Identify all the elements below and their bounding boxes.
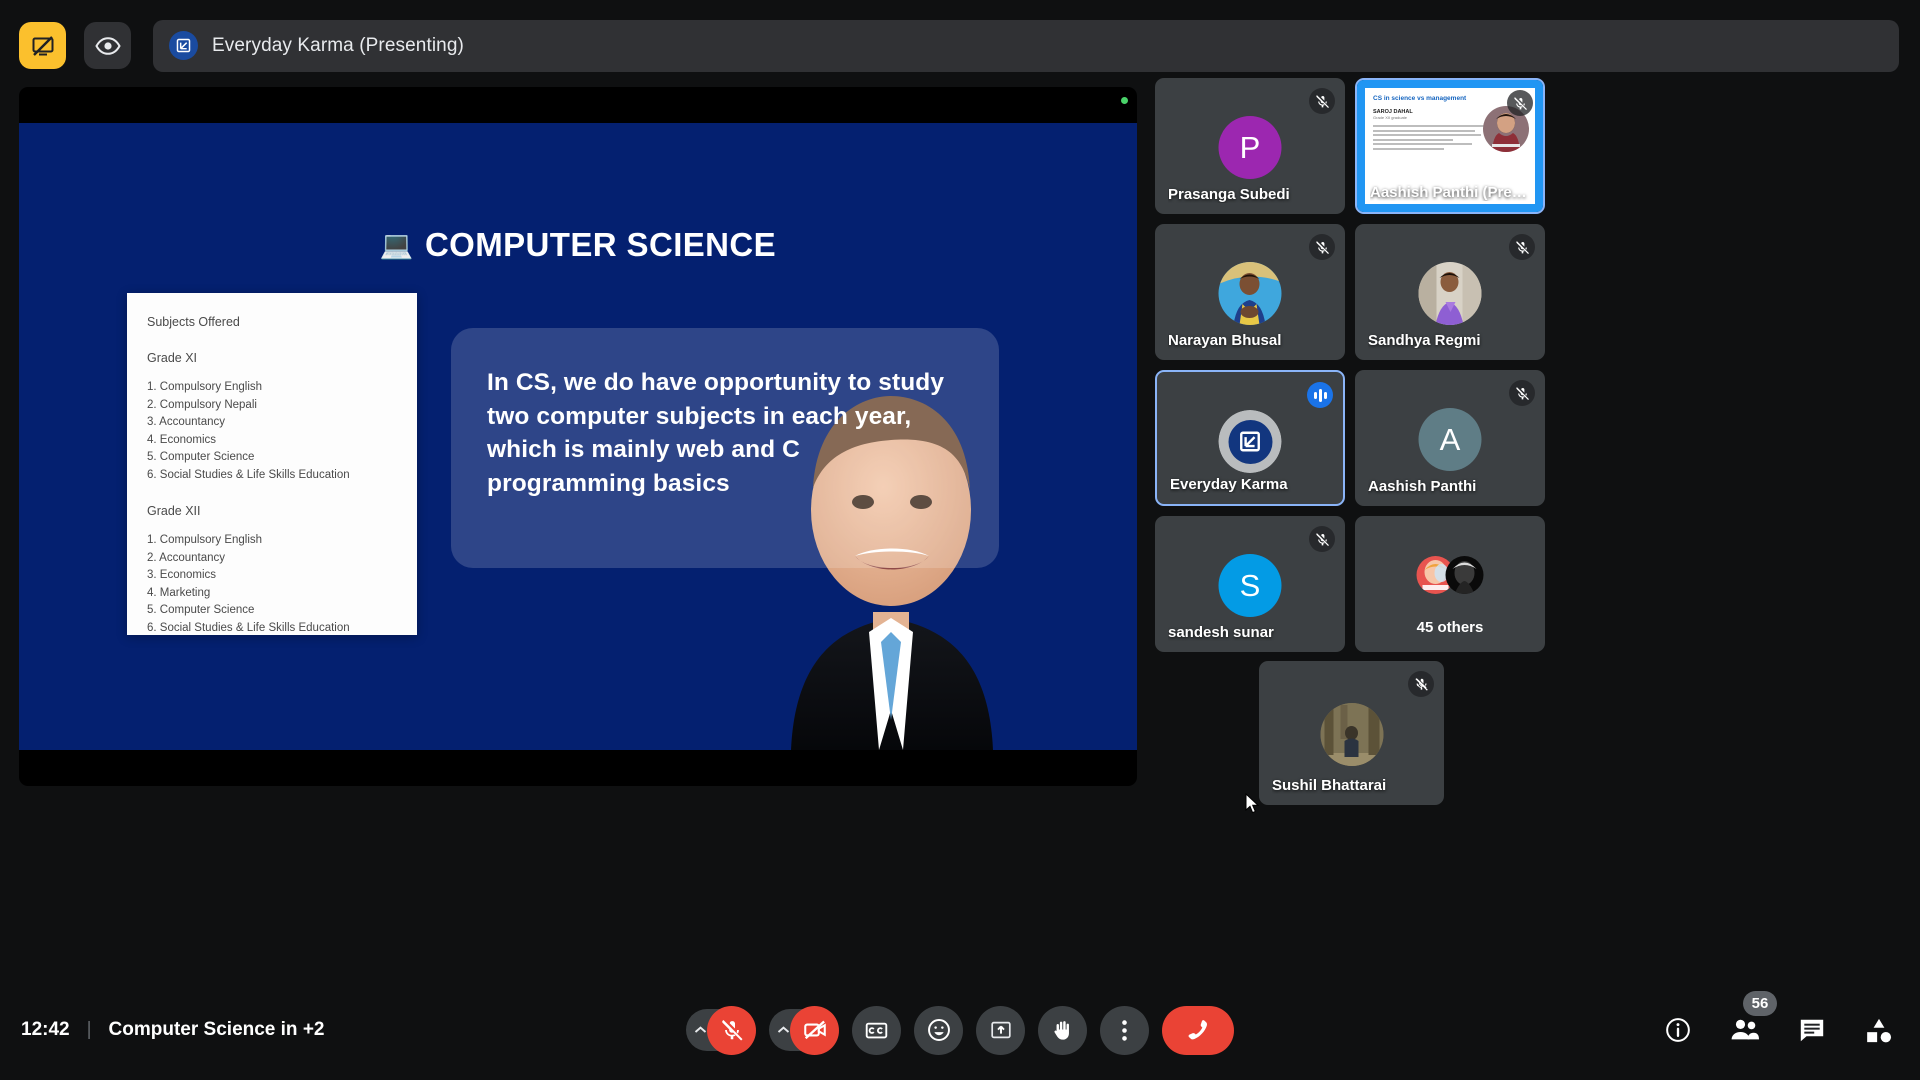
- mic-off-icon: [1507, 90, 1533, 116]
- laptop-icon: 💻: [379, 229, 414, 260]
- avatar: [1218, 262, 1282, 325]
- chat-button[interactable]: [1797, 1015, 1827, 1045]
- grade-xi-list: 1. Compulsory English 2. Compulsory Nepal…: [147, 379, 399, 484]
- avatar: [1445, 556, 1484, 594]
- raise-hand-button[interactable]: [1038, 1005, 1087, 1055]
- participant-tile[interactable]: Everyday Karma: [1155, 370, 1345, 506]
- avatar: S: [1218, 554, 1282, 617]
- mic-off-icon: [1408, 671, 1434, 697]
- list-item: 3. Accountancy: [147, 416, 225, 428]
- participant-name: Everyday Karma: [1170, 476, 1288, 493]
- eye-icon[interactable]: [84, 22, 131, 69]
- mic-off-icon: [1309, 234, 1335, 260]
- call-controls: [686, 1005, 1234, 1055]
- floating-participant-tile[interactable]: Sushil Bhattarai: [1259, 661, 1444, 805]
- meeting-meta: 12:42 | Computer Science in +2: [21, 1019, 324, 1041]
- participant-name: Sandhya Regmi: [1368, 332, 1481, 349]
- leave-call-button[interactable]: [1162, 1005, 1234, 1055]
- grade-xi-label: Grade XI: [147, 351, 198, 365]
- participant-tile[interactable]: S sandesh sunar: [1155, 516, 1345, 652]
- grade-xii-label: Grade XII: [147, 504, 201, 518]
- presenting-title: Everyday Karma (Presenting): [212, 34, 464, 56]
- list-item: 4. Marketing: [147, 586, 211, 599]
- slide-title: 💻 COMPUTER SCIENCE: [19, 226, 1137, 264]
- speaking-indicator-icon: [1307, 382, 1333, 408]
- grade-xii-list: 1. Compulsory English 2. Accountancy 3. Ec…: [147, 532, 399, 637]
- bottom-bar: 12:42 | Computer Science in +2 56: [0, 980, 1920, 1080]
- camera-button[interactable]: [790, 1005, 839, 1055]
- presenting-status-pill[interactable]: Everyday Karma (Presenting): [153, 19, 1899, 72]
- avatar: [1218, 410, 1282, 473]
- participant-tile[interactable]: Narayan Bhusal: [1155, 224, 1345, 360]
- mic-off-icon: [1509, 234, 1535, 260]
- participant-row: P Prasanga Subedi CS in science vs manag…: [1155, 78, 1905, 214]
- subjects-offered-card: Subjects Offered Grade XI 1. Compulsory …: [127, 293, 417, 635]
- list-item: 2. Accountancy: [147, 551, 225, 564]
- participant-name: Aashish Panthi: [1368, 478, 1477, 495]
- meeting-name: Computer Science in +2: [108, 1019, 325, 1040]
- google-meet-window: Everyday Karma (Presenting) 💻 COMPUTER S…: [0, 0, 1920, 1080]
- participant-name: 45 others: [1416, 619, 1484, 636]
- participant-grid: P Prasanga Subedi CS in science vs manag…: [1155, 78, 1905, 662]
- mouse-cursor: [1245, 792, 1261, 815]
- participant-row: Narayan Bhusal Sandhya Regmi: [1155, 224, 1905, 360]
- participant-tile[interactable]: Sandhya Regmi: [1355, 224, 1545, 360]
- everyday-karma-logo-icon: [169, 31, 198, 60]
- participant-tile[interactable]: A Aashish Panthi: [1355, 370, 1545, 506]
- people-button[interactable]: 56: [1730, 991, 1777, 1045]
- others-avatars: [1416, 556, 1484, 594]
- participant-name: Aashish Panthi (Prese...: [1370, 184, 1533, 201]
- microphone-control-group: [686, 1005, 756, 1055]
- participant-name: sandesh sunar: [1168, 624, 1274, 641]
- callout-text: In CS, we do have opportunity to study t…: [487, 369, 945, 497]
- right-controls: 56: [1663, 991, 1894, 1045]
- screen-share-off-icon[interactable]: [19, 22, 66, 69]
- slide-title-text: COMPUTER SCIENCE: [424, 226, 777, 263]
- participant-row: Everyday Karma A Aashish Panthi: [1155, 370, 1905, 506]
- list-item: 5. Computer Science: [147, 604, 255, 616]
- list-item: 6. Social Studies & Life Skills Educatio…: [147, 468, 350, 481]
- list-item: 1. Compulsory English: [147, 534, 263, 546]
- participant-name: Sushil Bhattarai: [1272, 777, 1387, 794]
- list-item: 3. Economics: [147, 569, 217, 581]
- list-item: 4. Economics: [147, 433, 217, 446]
- subjects-heading: Subjects Offered: [147, 315, 240, 329]
- avatar: [1418, 262, 1482, 325]
- participant-row: S sandesh sunar 45 others: [1155, 516, 1905, 652]
- participant-tile[interactable]: CS in science vs management SAROJ DAHAL …: [1355, 78, 1545, 214]
- participant-name: Narayan Bhusal: [1168, 332, 1282, 349]
- microphone-button[interactable]: [707, 1005, 756, 1055]
- present-button[interactable]: [976, 1005, 1025, 1055]
- shared-screen-stage[interactable]: 💻 COMPUTER SCIENCE Subjects Offered Grad…: [19, 87, 1137, 786]
- separator: |: [86, 1019, 92, 1040]
- avatar: P: [1218, 116, 1282, 179]
- thumb-title: CS in science vs management: [1373, 95, 1467, 102]
- presentation-slide: 💻 COMPUTER SCIENCE Subjects Offered Grad…: [19, 123, 1137, 750]
- avatar: [1320, 703, 1383, 766]
- list-item: 1. Compulsory English: [147, 381, 263, 393]
- mic-off-icon: [1309, 88, 1335, 114]
- participant-name: Prasanga Subedi: [1168, 186, 1290, 203]
- participant-tile[interactable]: 45 others: [1355, 516, 1545, 652]
- list-item: 5. Computer Science: [147, 451, 255, 463]
- avatar: A: [1418, 408, 1482, 471]
- current-time: 12:42: [21, 1019, 70, 1040]
- captions-button[interactable]: [852, 1005, 901, 1055]
- mic-off-icon: [1509, 380, 1535, 406]
- recording-indicator-dot: [1121, 97, 1128, 104]
- list-item: 2. Compulsory Nepali: [147, 398, 257, 411]
- callout-box: In CS, we do have opportunity to study t…: [451, 328, 999, 568]
- activities-button[interactable]: [1864, 1015, 1894, 1045]
- people-count-badge: 56: [1743, 991, 1777, 1016]
- meeting-details-button[interactable]: [1663, 1015, 1693, 1045]
- camera-control-group: [769, 1005, 839, 1055]
- mic-off-icon: [1309, 526, 1335, 552]
- more-options-button[interactable]: [1100, 1005, 1149, 1055]
- participant-tile[interactable]: P Prasanga Subedi: [1155, 78, 1345, 214]
- list-item: 6. Social Studies & Life Skills Educatio…: [147, 621, 350, 634]
- reactions-button[interactable]: [914, 1005, 963, 1055]
